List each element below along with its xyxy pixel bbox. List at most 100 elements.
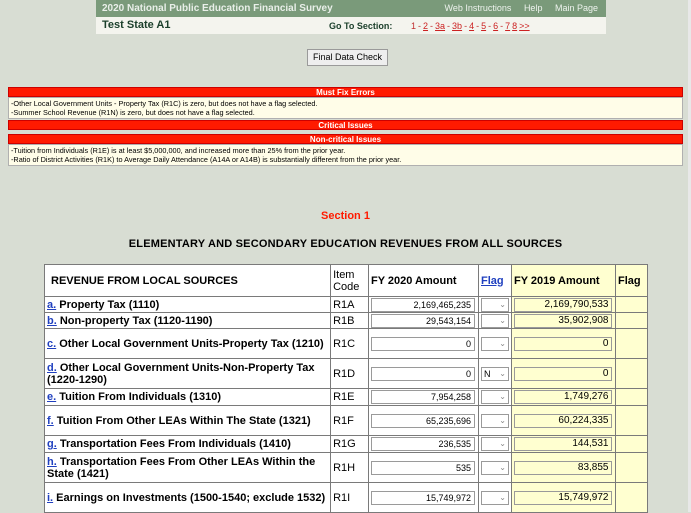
fy2019-amount: 0 xyxy=(514,336,613,351)
chevron-down-icon: ⌄ xyxy=(499,338,506,348)
fy2020-amount-input[interactable]: 15,749,972 xyxy=(371,490,476,505)
main-page-link[interactable]: Main Page xyxy=(555,3,598,13)
chevron-down-icon: ⌄ xyxy=(499,368,506,378)
fy2019-flag xyxy=(618,491,644,505)
amount-cell: 7,954,258 xyxy=(368,388,479,406)
fy2019-amount: 2,169,790,533 xyxy=(514,297,613,312)
section-separator: - xyxy=(488,21,492,31)
col-header-code: Item Code xyxy=(330,264,370,297)
survey-header-bar: 2020 National Public Education Financial… xyxy=(96,0,606,17)
row-label: Non-property Tax (1120-1190) xyxy=(56,314,213,327)
row-label: Tuition From Individuals (1310) xyxy=(56,391,221,403)
flag-select[interactable]: ⌄ xyxy=(481,297,509,312)
prior-flag-cell xyxy=(614,296,649,313)
fy2019-amount: 35,902,908 xyxy=(514,313,613,328)
flag-select[interactable]: ⌄ xyxy=(481,313,509,328)
flag-cell: ⌄ xyxy=(478,452,512,483)
noncritical-list: -Tuition from Individuals (R1E) is at le… xyxy=(8,144,683,166)
amount-cell: 65,235,696 xyxy=(368,405,479,436)
section-link[interactable]: 1 xyxy=(411,21,416,31)
chevron-down-icon: ⌄ xyxy=(499,462,506,472)
section-link[interactable]: 2 xyxy=(423,21,428,31)
row-help-link[interactable]: b. xyxy=(47,315,57,327)
prior-flag-cell xyxy=(614,482,649,513)
flag-select[interactable]: ⌄ xyxy=(481,437,509,451)
prior-flag-cell xyxy=(614,328,649,359)
noncritical-issues-header: Non-critical Issues xyxy=(8,134,683,144)
fy2020-amount-input[interactable]: 2,169,465,235 xyxy=(371,297,476,312)
row-item-code: R1B xyxy=(330,312,370,329)
row-help-link[interactable]: a. xyxy=(47,299,56,311)
fy2020-amount-input[interactable]: 0 xyxy=(371,336,476,351)
chevron-down-icon: ⌄ xyxy=(499,492,506,502)
revenue-table: REVENUE FROM LOCAL SOURCES Item Code FY … xyxy=(43,264,649,513)
fy2020-amount-input[interactable]: 0 xyxy=(371,366,476,381)
table-row: e. Tuition From Individuals (1310) R1E 7,9… xyxy=(43,388,649,406)
fy2020-amount-input[interactable]: 65,235,696 xyxy=(371,413,476,428)
fy2020-amount-input[interactable]: 236,535 xyxy=(371,437,476,451)
section-link[interactable]: 5 xyxy=(481,21,486,31)
table-row: i. Earnings on Investments (1500-1540; e… xyxy=(43,482,649,513)
flag-select[interactable]: ⌄ xyxy=(481,490,509,505)
fy2019-amount: 60,224,335 xyxy=(514,413,613,428)
flag-cell: ⌄ xyxy=(478,405,512,436)
row-help-link[interactable]: h. xyxy=(47,456,57,468)
row-item-code: R1D xyxy=(330,358,370,389)
amount-cell: 535 xyxy=(368,452,479,483)
section-link[interactable]: 7 xyxy=(505,21,510,31)
fy2019-flag xyxy=(618,437,644,451)
state-name: Test State A1 xyxy=(102,19,171,31)
table-row: a. Property Tax (1110) R1A 2,169,465,235 ⌄ 2… xyxy=(43,296,649,313)
flag-select[interactable]: ⌄ xyxy=(481,460,509,475)
col-header-desc: REVENUE FROM LOCAL SOURCES xyxy=(43,264,332,297)
fy2019-amount: 0 xyxy=(514,366,613,381)
amount-cell: 29,543,154 xyxy=(368,312,479,329)
flag-select[interactable]: ⌄ xyxy=(481,390,509,404)
fy2020-amount-input[interactable]: 29,543,154 xyxy=(371,313,476,328)
fy2019-flag xyxy=(618,367,644,381)
section-link[interactable]: 3b xyxy=(452,21,462,31)
flag-select[interactable]: ⌄ xyxy=(481,336,509,351)
row-help-link[interactable]: c. xyxy=(47,338,56,350)
final-data-check-button[interactable]: Final Data Check xyxy=(307,49,388,66)
section-link[interactable]: 8 xyxy=(512,21,517,31)
flag-help-link[interactable]: Flag xyxy=(481,275,504,287)
prior-amount-cell: 144,531 xyxy=(511,435,616,453)
section-nav: 1-2-3a -3b -4-5-6-7 8 >> xyxy=(411,21,532,31)
fy2020-amount-input[interactable]: 535 xyxy=(371,460,476,475)
row-item-code: R1A xyxy=(330,296,370,313)
row-label: Property Tax (1110) xyxy=(56,298,160,311)
row-item-code: R1E xyxy=(330,388,370,406)
section-link[interactable]: >> xyxy=(519,21,530,31)
flag-cell: ⌄ xyxy=(478,435,512,453)
table-header-row: REVENUE FROM LOCAL SOURCES Item Code FY … xyxy=(43,264,649,297)
web-instructions-link[interactable]: Web Instructions xyxy=(445,3,512,13)
prior-amount-cell: 1,749,276 xyxy=(511,388,616,406)
table-row: d. Other Local Government Units-Non-Prop… xyxy=(43,358,649,389)
prior-amount-cell: 35,902,908 xyxy=(511,312,616,329)
table-row: c. Other Local Government Units-Property… xyxy=(43,328,649,359)
prior-flag-cell xyxy=(614,405,649,436)
row-help-link[interactable]: f. xyxy=(47,415,54,427)
row-label: Earnings on Investments (1500-1540; excl… xyxy=(53,491,326,504)
row-label: Tuition From Other LEAs Within The State… xyxy=(53,414,311,427)
section-link[interactable]: 4 xyxy=(469,21,474,31)
section-link[interactable]: 3a xyxy=(435,21,445,31)
row-description: d. Other Local Government Units-Non-Prop… xyxy=(43,358,332,389)
flag-select[interactable]: ⌄ xyxy=(481,413,509,428)
prior-flag-cell xyxy=(614,312,649,329)
row-description: f. Tuition From Other LEAs Within The St… xyxy=(43,405,332,436)
flag-select[interactable]: N ⌄ xyxy=(481,366,509,381)
row-label: Other Local Government Units-Non-Propert… xyxy=(47,361,315,386)
section-link[interactable]: 6 xyxy=(493,21,498,31)
row-help-link[interactable]: e. xyxy=(47,391,56,403)
help-link[interactable]: Help xyxy=(524,3,543,13)
row-help-link[interactable]: g. xyxy=(47,438,57,450)
row-description: c. Other Local Government Units-Property… xyxy=(43,328,332,359)
must-fix-item: -Other Local Government Units - Property… xyxy=(11,99,318,108)
row-help-link[interactable]: d. xyxy=(47,362,57,374)
fy2019-flag xyxy=(618,337,644,351)
fy2020-amount-input[interactable]: 7,954,258 xyxy=(371,390,476,404)
chevron-down-icon: ⌄ xyxy=(499,392,506,401)
section-separator: - xyxy=(500,21,504,31)
